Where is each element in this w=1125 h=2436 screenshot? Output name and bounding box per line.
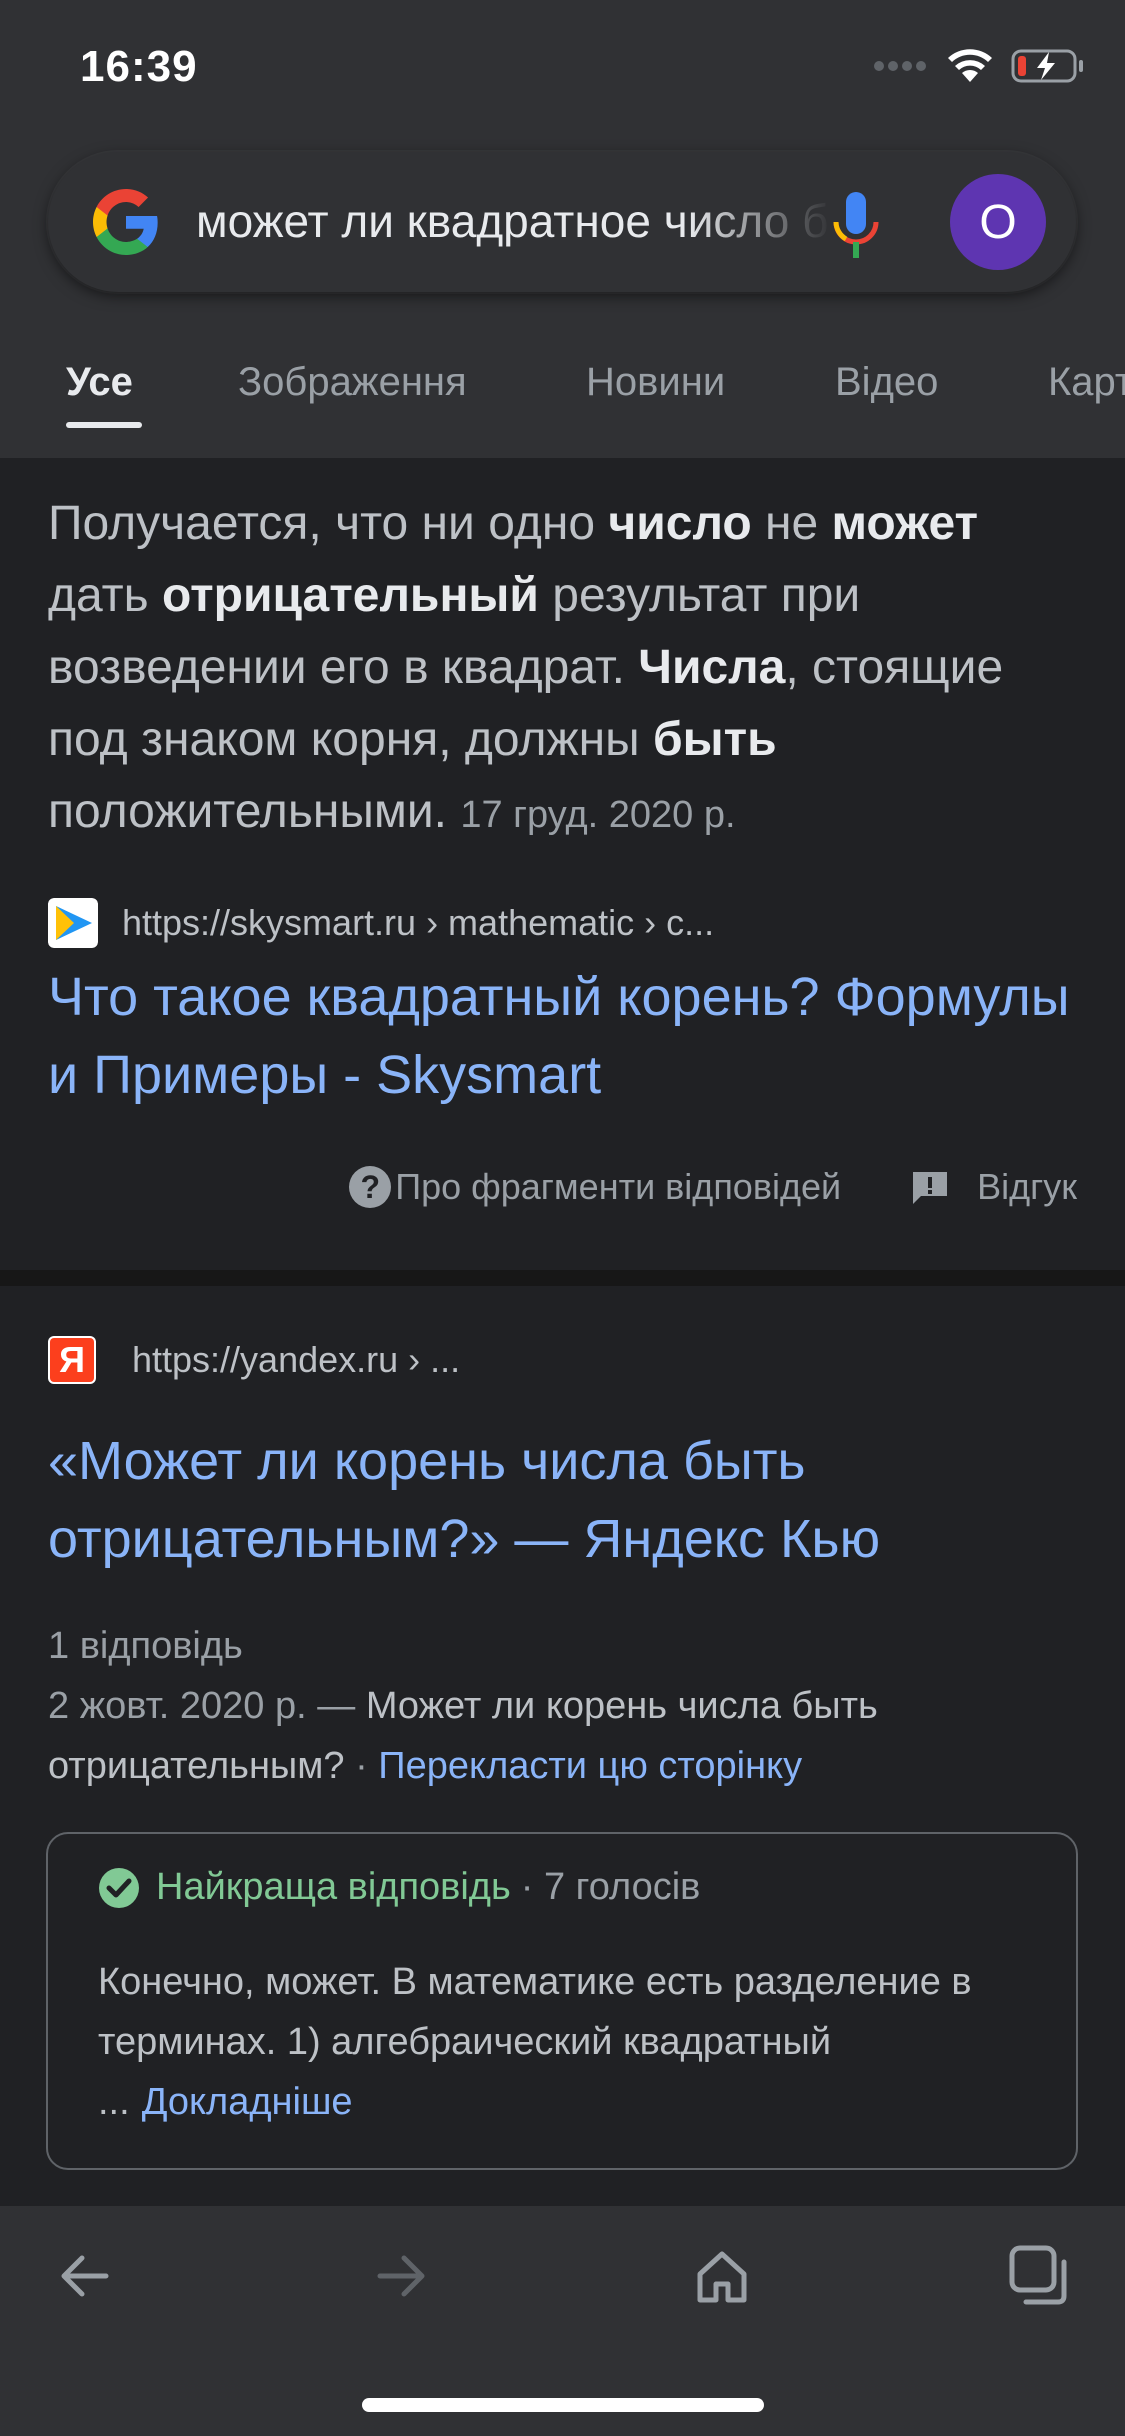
check-circle-icon: [99, 1867, 139, 1908]
snippet-footer: ? Про фрагменти відповідей Відгук: [349, 1166, 1077, 1208]
yandex-favicon: Я: [48, 1336, 96, 1384]
result-site-row[interactable]: https://skysmart.ru › mathematic › c...: [48, 898, 714, 948]
result-divider: [0, 1270, 1125, 1286]
answer-text: Конечно, может. В математике есть раздел…: [98, 1961, 972, 2123]
best-answer-header: Найкраща відповідь · 7 голосів: [98, 1866, 700, 1909]
featured-snippet-card: Получается, что ни одно число не может д…: [0, 458, 1125, 1270]
home-icon: [697, 2251, 747, 2303]
search-tabs: Усе Зображення Новини Відео Карти: [0, 330, 1125, 458]
active-tab-indicator: [66, 422, 142, 428]
back-arrow-icon: [61, 2255, 109, 2297]
forward-button[interactable]: [362, 2236, 442, 2316]
result-meta: 1 відповідь 2 жовт. 2020 р. — Может ли к…: [48, 1616, 1078, 1796]
result-url: https://yandex.ru › ...: [132, 1339, 461, 1380]
microphone-icon[interactable]: [828, 190, 884, 262]
home-button[interactable]: [682, 2236, 762, 2316]
about-snippets-link[interactable]: Про фрагменти відповідей: [395, 1166, 841, 1208]
answers-count: 1 відповідь: [48, 1625, 243, 1667]
status-time: 16:39: [80, 42, 198, 91]
result-title-link[interactable]: Что такое квадратный корень? Формулы и П…: [48, 958, 1088, 1114]
snippet-text: Получается, что ни одно число не может д…: [48, 497, 1004, 838]
status-icons: [873, 48, 1085, 84]
search-result-card: Я https://yandex.ru › ... «Может ли коре…: [0, 1286, 1125, 2206]
feedback-link[interactable]: Відгук: [977, 1166, 1077, 1208]
back-button[interactable]: [44, 2236, 124, 2316]
result-title-link[interactable]: «Может ли корень числа быть отрицательны…: [48, 1422, 1088, 1578]
translate-page-link[interactable]: Перекласти цю сторінку: [378, 1745, 802, 1787]
tabs-button[interactable]: [1000, 2236, 1080, 2316]
tabs-icon: [1009, 2245, 1067, 2305]
best-answer-label: Найкраща відповідь: [156, 1866, 511, 1908]
home-indicator[interactable]: [362, 2398, 764, 2412]
skysmart-favicon: [48, 898, 98, 948]
signal-dots-icon: [874, 61, 926, 71]
result-description: 2 жовт. 2020 р. — Может ли корень числа …: [48, 1685, 878, 1787]
tab-video[interactable]: Відео: [835, 360, 938, 405]
wifi-icon: [948, 49, 992, 82]
forward-arrow-icon: [377, 2255, 425, 2297]
tab-all[interactable]: Усе: [66, 360, 133, 405]
snippet-date: 17 груд. 2020 р.: [460, 794, 736, 836]
best-answer-box[interactable]: Найкраща відповідь · 7 голосів Конечно, …: [46, 1832, 1078, 2170]
battery-charging-icon: [1011, 49, 1083, 83]
google-g-icon: [93, 189, 158, 255]
more-link[interactable]: Докладніше: [142, 2081, 353, 2123]
search-header: может ли квадратное число быть отрицател…: [0, 140, 1125, 458]
help-circle-icon[interactable]: ?: [349, 1166, 392, 1208]
avatar[interactable]: O: [950, 174, 1046, 270]
votes-count: · 7 голосів: [520, 1866, 701, 1908]
status-bar: 16:39: [0, 0, 1125, 140]
result-url: https://skysmart.ru › mathematic › c...: [122, 902, 715, 943]
tab-maps[interactable]: Карти: [1048, 360, 1125, 405]
tab-images[interactable]: Зображення: [238, 360, 467, 405]
query-fade: [688, 182, 848, 262]
search-box[interactable]: может ли квадратное число быть отрицател…: [48, 152, 1076, 292]
feedback-icon[interactable]: [911, 1170, 949, 1204]
tab-news[interactable]: Новини: [586, 360, 725, 405]
result-site-row[interactable]: Я https://yandex.ru › ...: [48, 1336, 460, 1384]
